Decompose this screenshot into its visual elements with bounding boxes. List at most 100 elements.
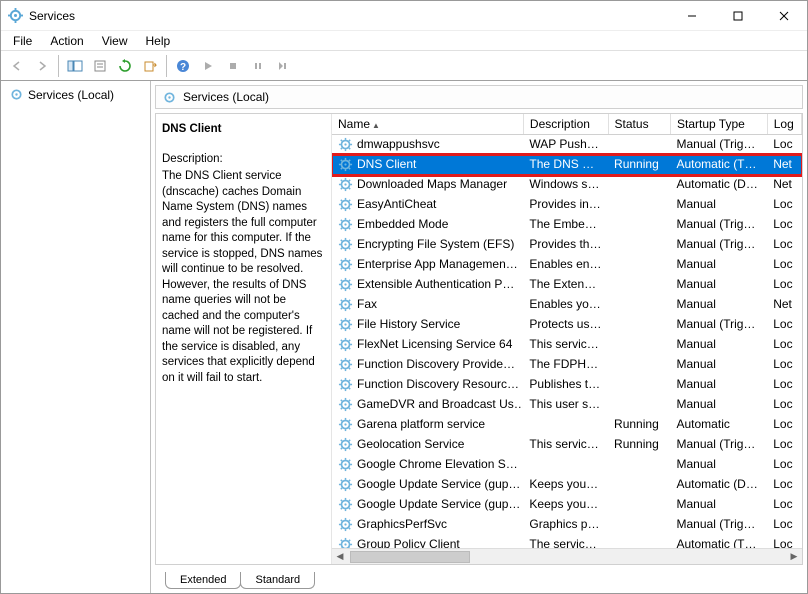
service-row[interactable]: FaxEnables you…ManualNet: [332, 295, 802, 315]
description-pane: DNS Client Description: The DNS Client s…: [156, 114, 331, 564]
service-row[interactable]: Google Chrome Elevation S…ManualLoc: [332, 455, 802, 475]
col-logon[interactable]: Log: [767, 114, 801, 135]
scroll-left-icon[interactable]: ◀: [332, 549, 348, 565]
service-startup: Manual (Trig…: [671, 315, 768, 335]
menu-file[interactable]: File: [5, 32, 40, 50]
service-row[interactable]: Encrypting File System (EFS)Provides th……: [332, 235, 802, 255]
service-desc: Protects use…: [523, 315, 608, 335]
service-logon: Loc: [767, 395, 801, 415]
service-name: Function Discovery Resourc…: [357, 376, 519, 393]
menu-view[interactable]: View: [94, 32, 136, 50]
service-row[interactable]: Downloaded Maps Manager Windows se… Automa…: [332, 175, 802, 195]
service-desc: Enables you…: [523, 295, 608, 315]
service-row[interactable]: Google Update Service (gup…Keeps your …A…: [332, 475, 802, 495]
service-logon: Loc: [767, 235, 801, 255]
pane-header-icon: [162, 90, 177, 105]
maximize-button[interactable]: [715, 1, 761, 30]
service-startup: Manual (Trig…: [671, 515, 768, 535]
service-row[interactable]: GraphicsPerfSvcGraphics pe…Manual (Trig……: [332, 515, 802, 535]
service-startup: Automatic (D…: [671, 175, 768, 195]
service-gear-icon: [338, 437, 353, 452]
service-row[interactable]: Geolocation ServiceThis service …Running…: [332, 435, 802, 455]
service-startup: Manual (Trig…: [671, 435, 768, 455]
service-row[interactable]: dmwappushsvcWAP Push …Manual (Trig…Loc: [332, 135, 802, 156]
service-status: [608, 315, 670, 335]
service-status: [608, 235, 670, 255]
service-name: Geolocation Service: [357, 436, 464, 453]
service-desc: Graphics pe…: [523, 515, 608, 535]
services-app-icon: [7, 8, 23, 24]
service-row[interactable]: EasyAntiCheatProvides int…ManualLoc: [332, 195, 802, 215]
tab-standard[interactable]: Standard: [240, 572, 315, 589]
service-gear-icon: [338, 377, 353, 392]
service-row[interactable]: Function Discovery Provide…The FDPHO…Man…: [332, 355, 802, 375]
col-startup[interactable]: Startup Type: [671, 114, 768, 135]
service-status: [608, 275, 670, 295]
service-name: Function Discovery Provide…: [357, 356, 515, 373]
service-status: [608, 195, 670, 215]
service-logon: Loc: [767, 255, 801, 275]
service-desc: The Extensi…: [523, 275, 608, 295]
export-list-button[interactable]: [138, 54, 162, 78]
service-name: Downloaded Maps Manager: [357, 176, 507, 193]
service-startup: Manual: [671, 275, 768, 295]
help-button[interactable]: ?: [171, 54, 195, 78]
scroll-right-icon[interactable]: ▶: [786, 549, 802, 565]
service-name: Google Update Service (gup…: [357, 476, 520, 493]
menu-help[interactable]: Help: [138, 32, 179, 50]
minimize-button[interactable]: [669, 1, 715, 30]
service-startup: Manual: [671, 195, 768, 215]
service-desc: Windows se…: [523, 175, 608, 195]
service-status: [608, 495, 670, 515]
service-row[interactable]: Function Discovery Resourc…Publishes th……: [332, 375, 802, 395]
service-startup: Manual: [671, 335, 768, 355]
scroll-thumb[interactable]: [350, 551, 470, 563]
service-row[interactable]: Embedded ModeThe Embed…Manual (Trig…Loc: [332, 215, 802, 235]
service-name: Google Update Service (gup…: [357, 496, 520, 513]
service-gear-icon: [338, 197, 353, 212]
service-gear-icon: [338, 417, 353, 432]
service-gear-icon: [338, 477, 353, 492]
horizontal-scrollbar[interactable]: ◀ ▶: [332, 548, 802, 564]
service-name: Extensible Authentication P…: [357, 276, 514, 293]
refresh-button[interactable]: [113, 54, 137, 78]
service-row[interactable]: FlexNet Licensing Service 64This service…: [332, 335, 802, 355]
service-status: [608, 515, 670, 535]
service-status: [608, 295, 670, 315]
tree-item-services-local[interactable]: Services (Local): [5, 85, 146, 104]
service-logon: Loc: [767, 355, 801, 375]
service-row[interactable]: Google Update Service (gup…Keeps your …M…: [332, 495, 802, 515]
title-bar: Services: [1, 1, 807, 31]
col-description[interactable]: Description: [523, 114, 608, 135]
col-name[interactable]: Name▲: [332, 114, 523, 135]
service-status: [608, 395, 670, 415]
pane-header: Services (Local): [155, 85, 803, 109]
show-hide-tree-button[interactable]: [63, 54, 87, 78]
service-logon: Loc: [767, 435, 801, 455]
service-status: [608, 375, 670, 395]
service-startup: Manual (Trig…: [671, 235, 768, 255]
tab-extended[interactable]: Extended: [165, 572, 241, 589]
service-row[interactable]: GameDVR and Broadcast Us…This user se…Ma…: [332, 395, 802, 415]
toolbar: ?: [1, 51, 807, 81]
service-row[interactable]: Enterprise App Managemen…Enables ent…Man…: [332, 255, 802, 275]
properties-button[interactable]: [88, 54, 112, 78]
services-list[interactable]: Name▲ Description Status Startup Type Lo…: [331, 114, 802, 564]
description-text: The DNS Client service (dnscache) caches…: [162, 169, 325, 386]
svg-text:?: ?: [180, 62, 186, 73]
menu-action[interactable]: Action: [42, 32, 91, 50]
service-row[interactable]: DNS ClientThe DNS Cli…RunningAutomatic (…: [332, 155, 802, 175]
service-row[interactable]: Garena platform serviceRunningAutomaticL…: [332, 415, 802, 435]
service-startup: Manual: [671, 375, 768, 395]
service-startup: Manual: [671, 255, 768, 275]
service-row[interactable]: File History ServiceProtects use…Manual …: [332, 315, 802, 335]
service-logon: Loc: [767, 135, 801, 156]
window-title: Services: [29, 9, 669, 23]
close-button[interactable]: [761, 1, 807, 30]
service-startup: Manual: [671, 455, 768, 475]
service-row[interactable]: Extensible Authentication P… The Extensi……: [332, 275, 802, 295]
service-status: [608, 475, 670, 495]
col-status[interactable]: Status: [608, 114, 670, 135]
service-startup: Manual (Trig…: [671, 135, 768, 156]
service-logon: Net: [767, 295, 801, 315]
